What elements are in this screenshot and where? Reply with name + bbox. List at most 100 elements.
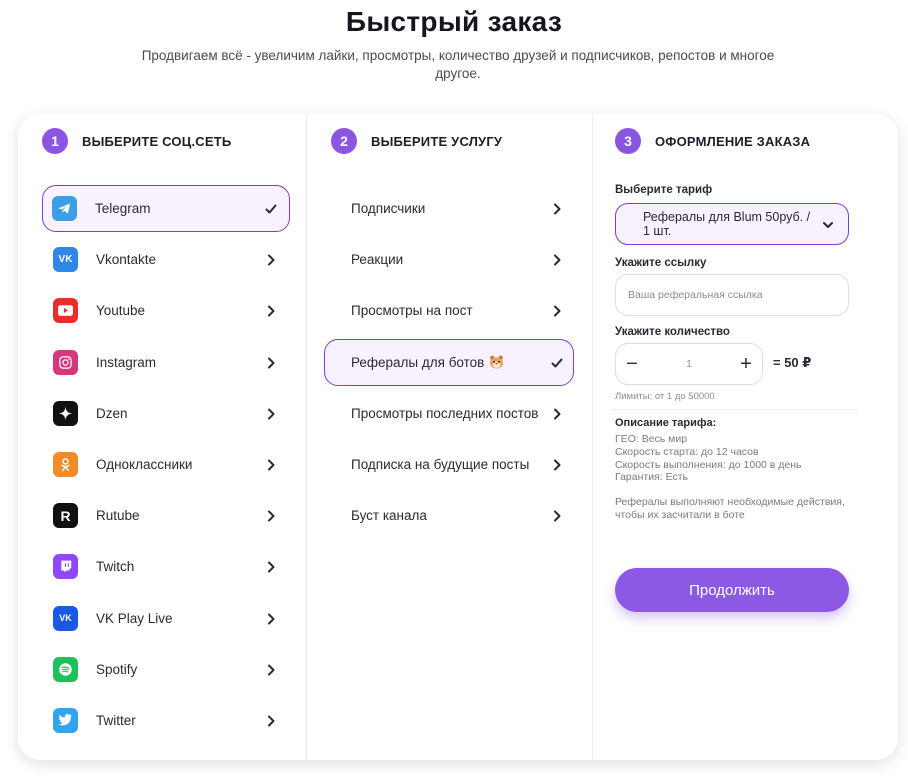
network-list: Telegram VK Vkontakte Youtube Instagram Dzen О… — [42, 185, 290, 748]
network-label: VK Play Live — [96, 610, 173, 626]
chevron-right-icon — [549, 201, 565, 217]
link-label: Укажите ссылку — [615, 257, 707, 269]
network-item-rutube[interactable]: R Rutube — [42, 492, 290, 539]
service-label: Буст канала — [351, 508, 427, 523]
network-item-twitch[interactable]: Twitch — [42, 543, 290, 590]
service-item[interactable]: Реакции — [324, 236, 574, 283]
service-label-text: Реакции — [351, 252, 404, 268]
tariff-select[interactable]: Рефералы для Blum 50руб. / 1 шт. — [615, 203, 849, 245]
order-card: 1 ВЫБЕРИТЕ СОЦ.СЕТЬ Telegram VK Vkontakte Y… — [18, 114, 898, 760]
service-item[interactable]: Буст канала — [324, 492, 574, 539]
service-item[interactable]: Просмотры последних постов — [324, 390, 574, 437]
chevron-right-icon — [263, 406, 279, 422]
network-label: Instagram — [96, 354, 157, 370]
network-item-ok[interactable]: Одноклассники — [42, 441, 290, 488]
chevron-right-icon — [263, 355, 279, 371]
network-item-youtube[interactable]: Youtube — [42, 287, 290, 334]
youtube-icon — [53, 298, 78, 324]
network-column: 1 ВЫБЕРИТЕ СОЦ.СЕТЬ Telegram VK Vkontakte Y… — [18, 114, 307, 760]
service-label-text: Подписчики — [351, 201, 426, 216]
chevron-right-icon — [263, 611, 279, 627]
step-3-title: ОФОРМЛЕНИЕ ЗАКАЗА — [655, 133, 811, 149]
order-column: 3 ОФОРМЛЕНИЕ ЗАКАЗА Выберите тариф Рефер… — [593, 114, 898, 760]
step-3-header: 3 ОФОРМЛЕНИЕ ЗАКАЗА — [615, 128, 810, 154]
service-label-text: Буст канала — [351, 508, 427, 524]
chevron-right-icon — [549, 303, 565, 319]
service-label: Подписчики — [351, 201, 425, 216]
description-line: Гарантия: Есть — [615, 471, 689, 484]
quantity-value[interactable]: 1 — [648, 359, 730, 370]
chevron-right-icon — [549, 406, 565, 422]
chevron-right-icon — [263, 252, 279, 268]
dzen-icon — [53, 400, 78, 426]
check-icon — [263, 201, 279, 217]
service-label: Рефералы для ботов — [351, 355, 504, 370]
service-item[interactable]: Подписка на будущие посты — [324, 441, 574, 488]
step-3-badge: 3 — [615, 128, 641, 154]
description-line: Скорость выполнения: до 1000 в день — [615, 458, 802, 471]
referral-link-input[interactable] — [615, 274, 849, 316]
service-label-text: Просмотры последних постов — [351, 405, 539, 421]
rutube-icon: R — [53, 503, 78, 529]
tariff-label: Выберите тариф — [615, 184, 713, 196]
quantity-stepper: − 1 + — [615, 343, 763, 385]
description-line: Скорость старта: до 12 часов — [615, 445, 759, 458]
quantity-decrease-button[interactable]: − — [616, 344, 648, 384]
network-label: Rutube — [96, 508, 140, 524]
tariff-description: ГЕО: Весь мир Скорость старта: до 12 час… — [615, 433, 855, 484]
service-label: Просмотры последних постов — [351, 406, 538, 421]
spotify-icon — [53, 656, 78, 682]
step-1-title: ВЫБЕРИТЕ СОЦ.СЕТЬ — [82, 133, 232, 149]
step-2-badge: 2 — [331, 128, 357, 154]
service-label-text: Рефералы для ботов — [351, 354, 485, 370]
chevron-right-icon — [549, 252, 565, 268]
service-label: Просмотры на пост — [351, 303, 473, 318]
chevron-right-icon — [263, 559, 279, 575]
twitter-icon — [53, 707, 78, 733]
chevron-right-icon — [549, 457, 565, 473]
service-list: Подписчики Реакции Просмотры на пост Рефера… — [324, 185, 574, 543]
quantity-limits: Лимиты: от 1 до 50000 — [615, 391, 715, 402]
step-1-badge: 1 — [42, 128, 68, 154]
chevron-right-icon — [263, 508, 279, 524]
quantity-increase-button[interactable]: + — [730, 344, 762, 384]
chevron-right-icon — [263, 713, 279, 729]
service-label-text: Просмотры на пост — [351, 303, 473, 319]
chevron-right-icon — [549, 508, 565, 524]
tariff-select-value: Рефералы для Blum 50руб. / 1 шт. — [643, 210, 811, 238]
chevron-right-icon — [263, 662, 279, 678]
network-label: Youtube — [96, 303, 146, 319]
page-title: Быстрый заказ — [345, 6, 563, 37]
description-line: ГЕО: Весь мир — [615, 433, 688, 445]
service-item[interactable]: Просмотры на пост — [324, 287, 574, 334]
twitch-icon — [53, 554, 78, 580]
network-item-spotify[interactable]: Spotify — [42, 646, 290, 693]
network-item-instagram[interactable]: Instagram — [42, 339, 290, 386]
tariff-description-note: Рефералы выполняют необходимые действия,… — [615, 496, 845, 521]
page-subtitle: Продвигаем всё - увеличим лайки, просмот… — [141, 48, 775, 81]
network-label: Spotify — [96, 661, 138, 677]
network-item-vk-play-live[interactable]: VK VK Play Live — [42, 595, 290, 642]
quantity-total: = 50 ₽ — [773, 355, 812, 370]
hamster-icon — [490, 355, 504, 369]
check-icon — [549, 355, 565, 371]
telegram-icon — [52, 196, 77, 221]
network-item-vk[interactable]: VK Vkontakte — [42, 236, 290, 283]
tariff-description-title: Описание тарифа: — [615, 417, 717, 429]
service-label-text: Подписка на будущие посты — [351, 456, 530, 472]
step-2-title: ВЫБЕРИТЕ УСЛУГУ — [371, 133, 503, 149]
network-label: Vkontakte — [96, 252, 157, 268]
network-item-telegram[interactable]: Telegram — [42, 185, 290, 232]
network-item-dzen[interactable]: Dzen — [42, 390, 290, 437]
ok-icon — [53, 451, 78, 477]
continue-button[interactable]: Продолжить — [615, 568, 849, 612]
network-item-twitter[interactable]: Twitter — [42, 697, 290, 744]
divider — [611, 409, 857, 410]
step-1-header: 1 ВЫБЕРИТЕ СОЦ.СЕТЬ — [42, 128, 231, 154]
chevron-down-icon — [823, 222, 833, 228]
service-label: Реакции — [351, 252, 403, 267]
network-label: Telegram — [95, 201, 151, 216]
service-item[interactable]: Рефералы для ботов — [324, 338, 574, 386]
service-item[interactable]: Подписчики — [324, 185, 574, 232]
chevron-right-icon — [263, 457, 279, 473]
